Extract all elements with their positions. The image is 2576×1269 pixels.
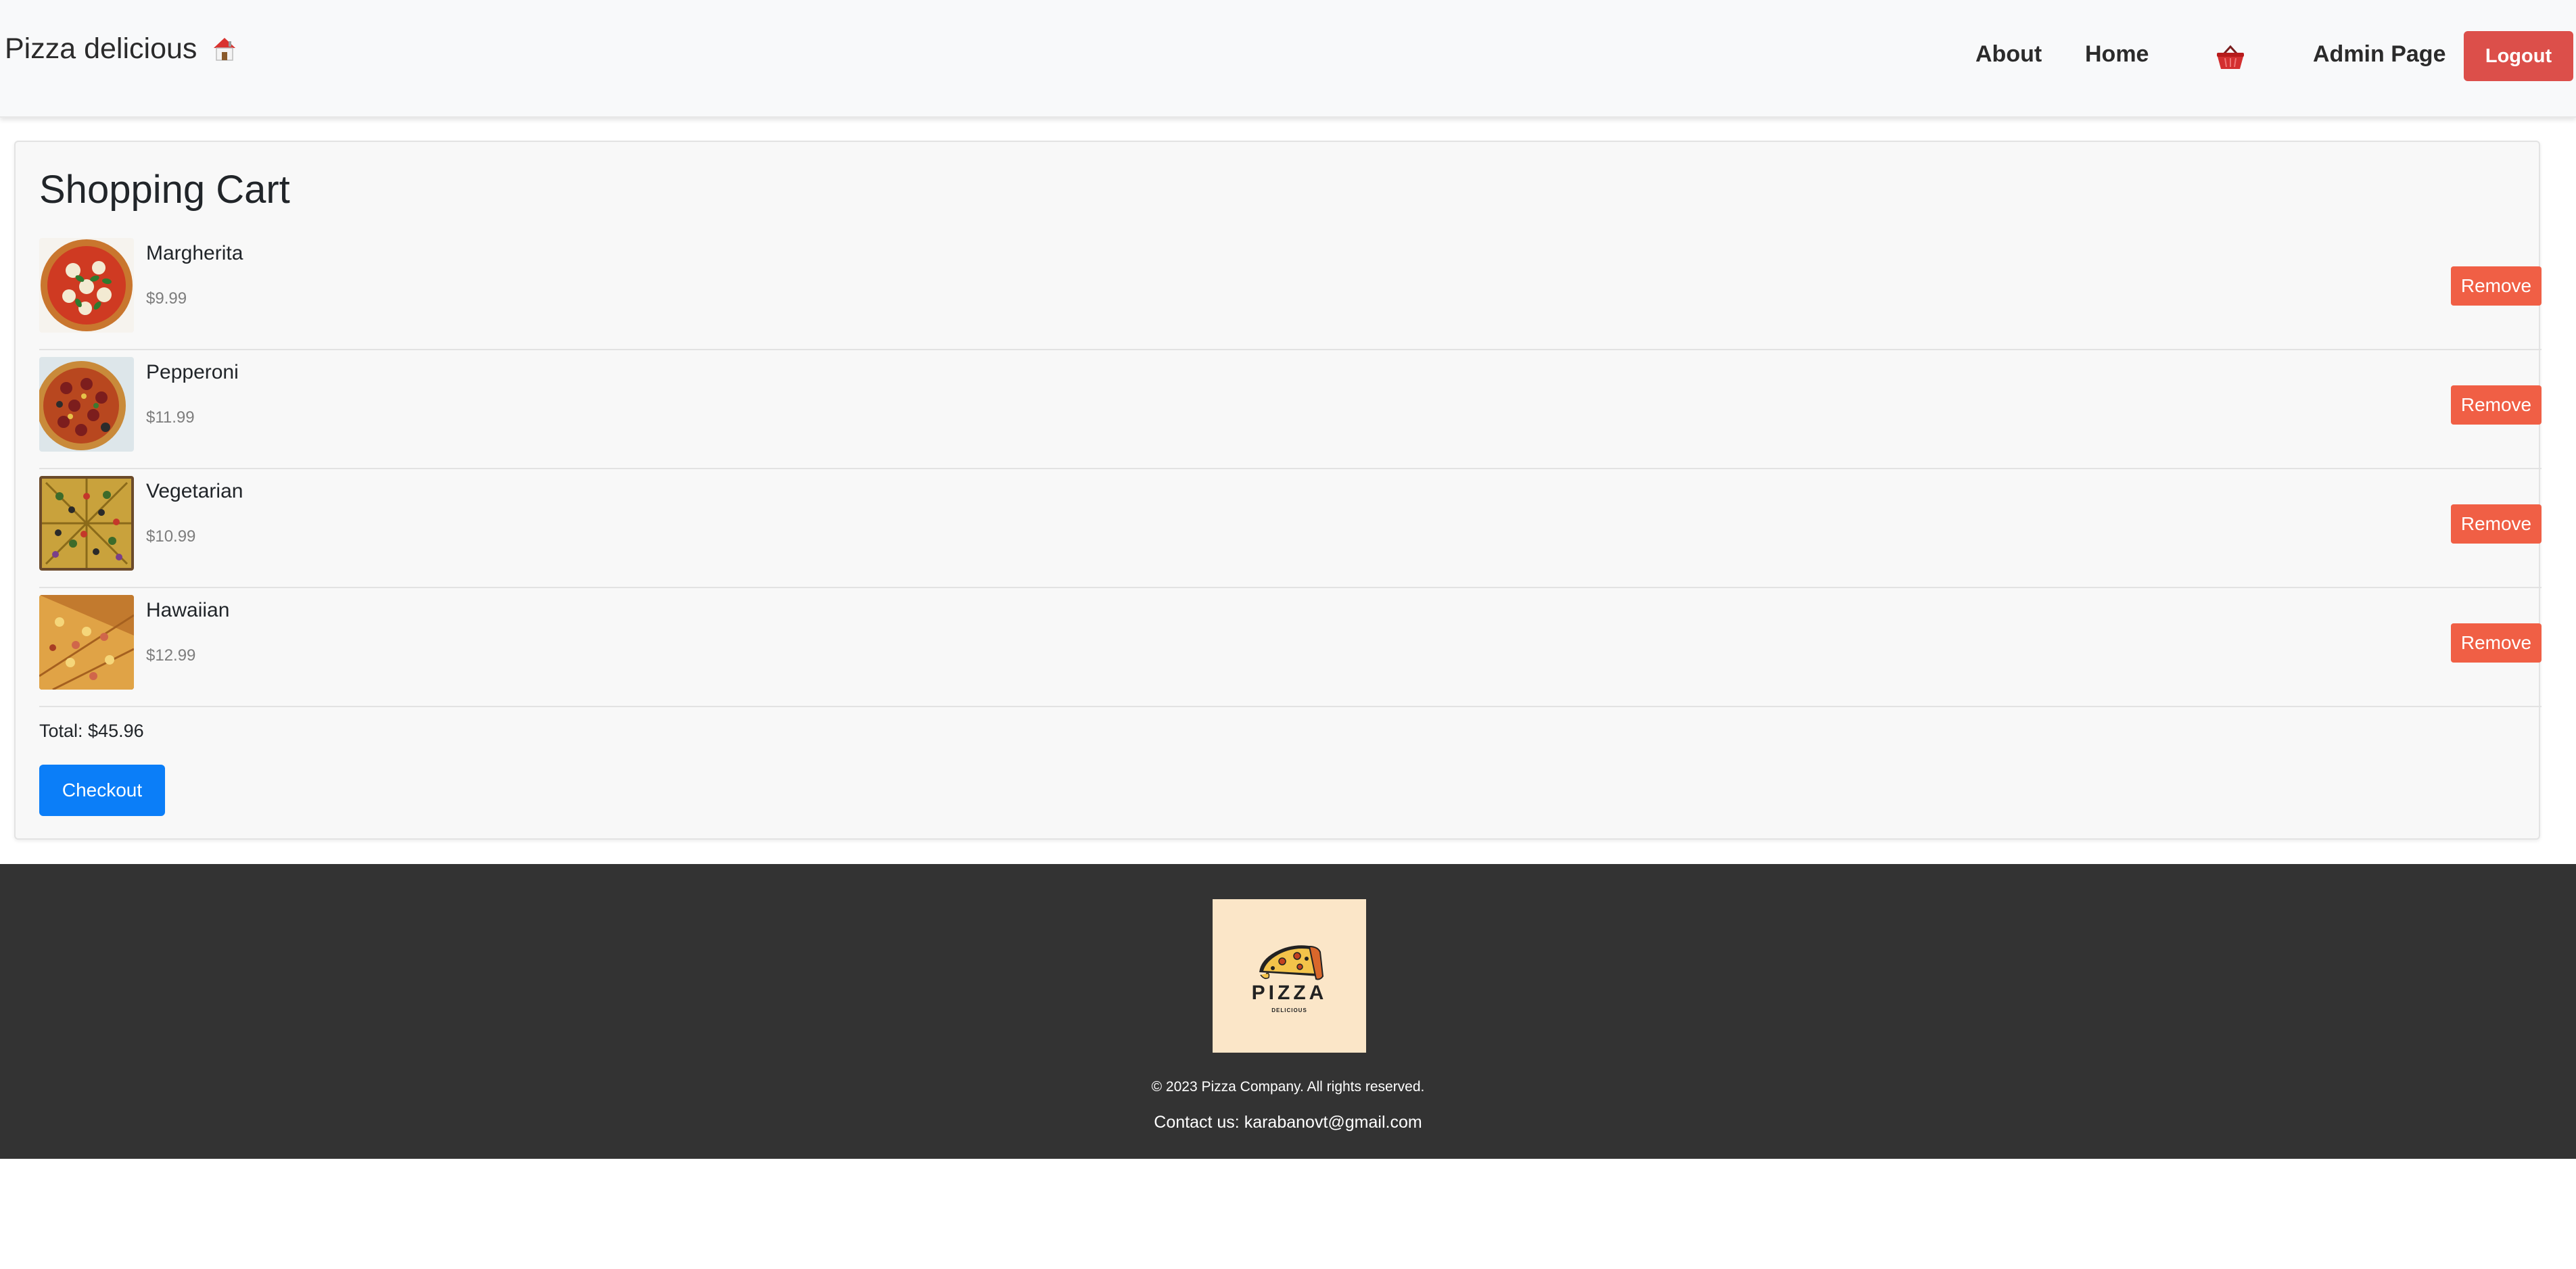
house-icon — [214, 37, 236, 61]
logo-subtext: DELICIOUS — [1271, 1007, 1307, 1013]
logout-button[interactable]: Logout — [2464, 31, 2573, 81]
brand-name: Pizza delicious — [5, 32, 197, 65]
item-name: Hawaiian — [146, 599, 230, 621]
remove-button[interactable]: Remove — [2451, 504, 2542, 544]
contact-text: Contact us: karabanovt@gmail.com — [1154, 1113, 1422, 1132]
cart-item: Margherita $9.99 Remove — [39, 231, 2542, 350]
remove-button[interactable]: Remove — [2451, 385, 2542, 425]
cart-total: Total: $45.96 — [39, 721, 144, 741]
nav-home-link[interactable]: Home — [2085, 41, 2149, 68]
pizza-logo: PIZZA DELICIOUS — [1213, 899, 1366, 1053]
hawaiian-pizza-image — [39, 595, 134, 690]
shopping-basket-icon[interactable] — [2215, 43, 2246, 72]
navbar: Pizza delicious About Home Admin Page Lo… — [0, 0, 2576, 118]
item-name: Margherita — [146, 242, 243, 264]
cart-item: Vegetarian $10.99 Remove — [39, 469, 2542, 588]
page-title: Shopping Cart — [39, 168, 290, 212]
remove-button[interactable]: Remove — [2451, 266, 2542, 306]
item-name: Pepperoni — [146, 361, 239, 383]
remove-button[interactable]: Remove — [2451, 623, 2542, 663]
item-price: $10.99 — [146, 527, 196, 546]
nav-admin-link[interactable]: Admin Page — [2313, 41, 2445, 68]
pizza-slice-icon — [1259, 945, 1324, 980]
item-price: $9.99 — [146, 289, 187, 308]
cart-item: Pepperoni $11.99 Remove — [39, 350, 2542, 469]
shopping-cart-panel: Shopping Cart Margherita $9.99 Remove Pe… — [14, 141, 2542, 840]
copyright-text: © 2023 Pizza Company. All rights reserve… — [1151, 1079, 1425, 1095]
item-price: $11.99 — [146, 408, 195, 427]
checkout-button[interactable]: Checkout — [39, 765, 165, 816]
brand-link[interactable]: Pizza delicious — [5, 32, 237, 66]
vegetarian-pizza-image — [39, 476, 134, 571]
margherita-pizza-image — [39, 238, 134, 333]
nav-about-link[interactable]: About — [1975, 41, 2042, 68]
pepperoni-pizza-image — [39, 357, 134, 452]
item-name: Vegetarian — [146, 480, 243, 502]
cart-item: Hawaiian $12.99 Remove — [39, 588, 2542, 707]
footer: PIZZA DELICIOUS © 2023 Pizza Company. Al… — [0, 864, 2576, 1159]
logo-text: PIZZA — [1251, 982, 1328, 1004]
item-price: $12.99 — [146, 646, 196, 665]
